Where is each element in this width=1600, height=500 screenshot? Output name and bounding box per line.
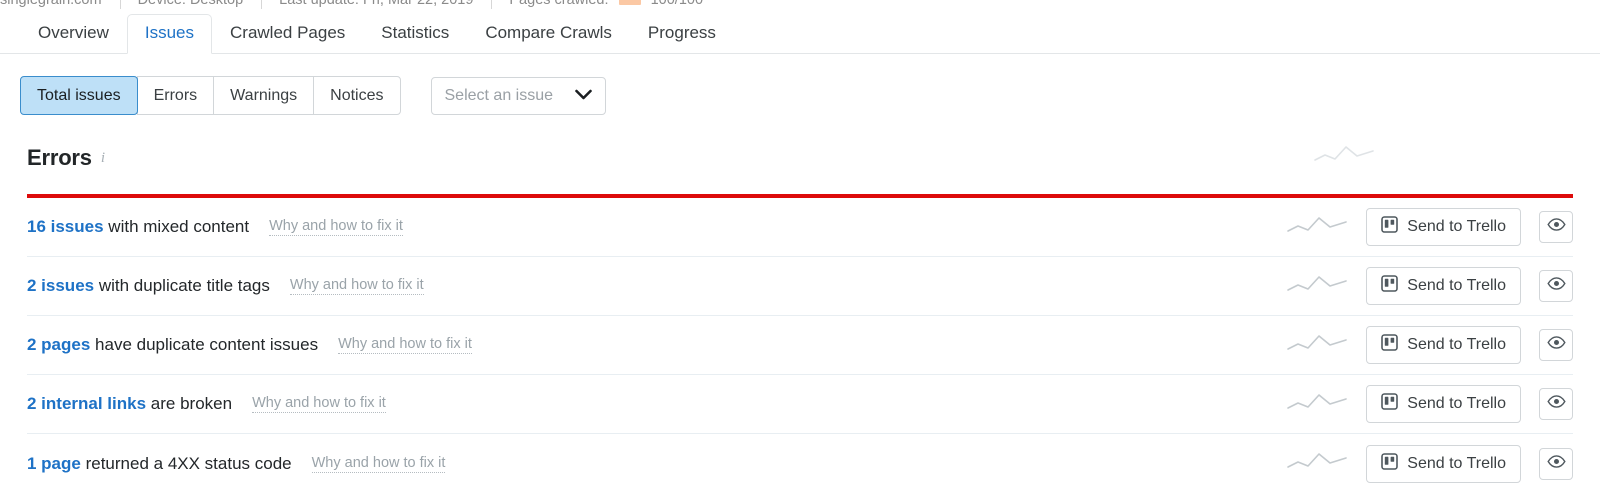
sparkline-icon [1286,332,1348,359]
breadcrumb: singlegrain.com Device: Desktop Last upd… [0,0,1600,9]
breadcrumb-site[interactable]: singlegrain.com [0,0,120,8]
issue-description: returned a 4XX status code [85,453,292,473]
breadcrumb-last-update: Last update: Fri, Mar 22, 2019 [261,0,491,9]
trello-board-icon [1381,216,1399,238]
issue-count-link[interactable]: 2 internal links [27,394,146,413]
table-row: 1 page returned a 4XX status code Why an… [27,434,1573,493]
issue-list: 16 issues with mixed content Why and how… [0,198,1600,493]
issue-label: 16 issues with mixed content [27,217,249,237]
tab-progress[interactable]: Progress [630,14,734,54]
issue-description: with duplicate title tags [98,276,270,296]
sparkline-icon [1286,214,1348,241]
select-issue-dropdown[interactable]: Select an issue [430,76,607,115]
table-row: 16 issues with mixed content Why and how… [27,198,1573,258]
send-to-trello-label: Send to Trello [1407,218,1506,236]
eye-icon [1546,336,1566,354]
issue-count-link[interactable]: 2 pages [27,335,90,354]
issue-count-link[interactable]: 16 issues [27,217,104,236]
eye-icon [1546,277,1566,295]
table-row: 2 pages have duplicate content issues Wh… [27,316,1573,376]
filter-warnings[interactable]: Warnings [213,76,315,116]
issue-description: with mixed content [108,217,250,237]
trello-board-icon [1381,334,1399,356]
progress-swatch-icon [618,0,641,5]
issue-label: 2 pages have duplicate content issues [27,335,318,355]
toggle-visibility-button[interactable] [1539,211,1573,244]
eye-icon [1546,454,1566,473]
fix-link[interactable]: Why and how to fix it [311,455,446,473]
issue-count-link[interactable]: 2 issues [27,276,94,295]
pages-crawled-value: 100/100 [650,0,704,8]
chevron-down-icon [575,87,592,105]
toggle-visibility-button[interactable] [1539,270,1573,303]
filter-errors[interactable]: Errors [136,76,215,116]
errors-section-header: Errors i [0,115,1600,171]
filter-notices[interactable]: Notices [313,76,401,116]
send-to-trello-label: Send to Trello [1407,336,1506,354]
tab-overview[interactable]: Overview [20,14,127,54]
trello-board-icon [1381,393,1399,415]
issue-label: 1 page returned a 4XX status code [27,454,292,474]
select-issue-placeholder: Select an issue [444,86,554,104]
tab-statistics[interactable]: Statistics [363,14,467,54]
fix-link[interactable]: Why and how to fix it [338,336,472,355]
toggle-visibility-button[interactable] [1539,329,1573,362]
toggle-visibility-button[interactable] [1539,447,1573,480]
sparkline-icon [1286,273,1348,300]
issue-description: have duplicate content issues [95,335,319,355]
sparkline-icon [1286,450,1348,477]
tab-bar: Overview Issues Crawled Pages Statistics… [0,9,1600,54]
info-icon[interactable]: i [101,150,105,167]
fix-link[interactable]: Why and how to fix it [252,395,386,414]
eye-icon [1546,395,1566,413]
send-to-trello-label: Send to Trello [1407,277,1506,295]
issue-label: 2 issues with duplicate title tags [27,276,270,296]
issue-description: are broken [150,394,233,414]
send-to-trello-label: Send to Trello [1407,454,1506,472]
send-to-trello-button[interactable]: Send to Trello [1366,444,1521,483]
tab-compare-crawls[interactable]: Compare Crawls [467,14,630,54]
tab-crawled-pages[interactable]: Crawled Pages [212,14,363,54]
tab-issues[interactable]: Issues [126,14,212,54]
trello-board-icon [1381,452,1399,475]
send-to-trello-button[interactable]: Send to Trello [1366,208,1521,247]
page-title: Errors [27,145,92,171]
sparkline-icon [1313,143,1375,170]
send-to-trello-button[interactable]: Send to Trello [1366,326,1521,365]
filter-row: Total issues Errors Warnings Notices Sel… [0,54,1600,116]
issue-count-link[interactable]: 1 page [27,454,81,473]
fix-link[interactable]: Why and how to fix it [289,277,424,296]
filter-total-issues[interactable]: Total issues [20,76,138,116]
table-row: 2 internal links are broken Why and how … [27,375,1573,435]
send-to-trello-button[interactable]: Send to Trello [1366,267,1521,306]
pages-crawled-label: Pages crawled: [509,0,609,8]
trello-board-icon [1381,275,1399,297]
sparkline-icon [1286,391,1348,418]
table-row: 2 issues with duplicate title tags Why a… [27,257,1573,317]
toggle-visibility-button[interactable] [1539,388,1573,421]
send-to-trello-button[interactable]: Send to Trello [1366,385,1521,424]
send-to-trello-label: Send to Trello [1407,395,1506,413]
issue-type-filter-group: Total issues Errors Warnings Notices [20,76,401,116]
breadcrumb-device: Device: Desktop [119,0,262,9]
issue-label: 2 internal links are broken [27,394,232,414]
breadcrumb-pages-crawled: Pages crawled: 100/100 [491,0,721,9]
eye-icon [1546,218,1566,236]
fix-link[interactable]: Why and how to fix it [269,218,403,237]
